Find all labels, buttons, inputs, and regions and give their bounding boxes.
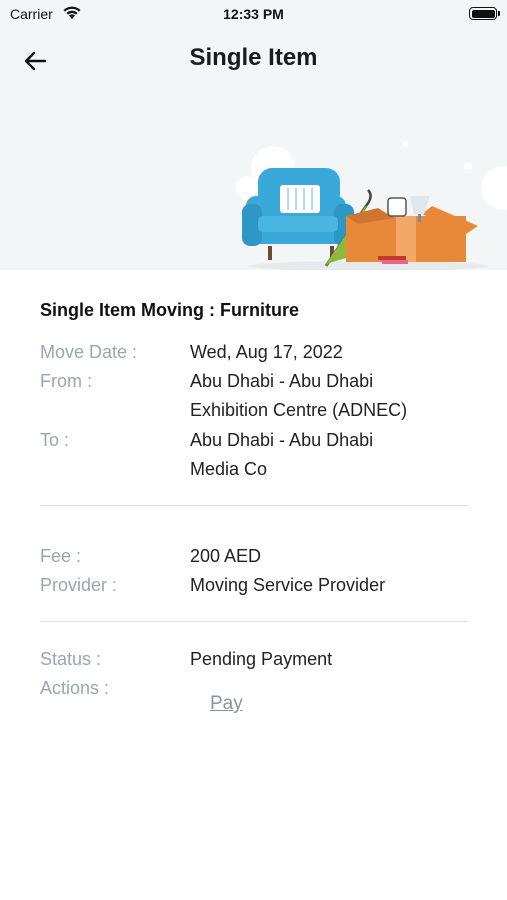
page-title: Single Item (189, 44, 318, 71)
status-label: Status : (40, 649, 102, 669)
provider-value: Moving Service Provider (190, 575, 386, 595)
status-bar: Carrier 12:33 PM (0, 0, 507, 30)
move-date-label: Move Date : (40, 342, 138, 362)
actions-label: Actions : (40, 678, 110, 698)
pay-link[interactable]: Pay (210, 689, 243, 718)
header: Single Item (0, 30, 507, 270)
to-value-line2: Media Co (190, 459, 268, 479)
from-value-line1: Abu Dhabi - Abu Dhabi (190, 371, 374, 391)
battery-icon (469, 7, 500, 20)
details-card: Single Item Moving : Furniture Move Date… (0, 270, 507, 900)
to-value-line1: Abu Dhabi - Abu Dhabi (190, 430, 374, 450)
from-value-line2: Exhibition Centre (ADNEC) (190, 400, 408, 420)
status-value: Pending Payment (190, 649, 333, 669)
provider-label: Provider : (40, 575, 118, 595)
fee-label: Fee : (40, 546, 82, 566)
divider (40, 505, 468, 506)
furniture-illustration (236, 141, 507, 270)
clock: 12:33 PM (223, 6, 284, 22)
divider (40, 621, 468, 622)
from-label: From : (40, 371, 92, 391)
move-date-value: Wed, Aug 17, 2022 (190, 342, 343, 362)
item-title: Single Item Moving : Furniture (40, 300, 300, 320)
to-label: To : (40, 430, 70, 450)
fee-value: 200 AED (190, 546, 262, 566)
